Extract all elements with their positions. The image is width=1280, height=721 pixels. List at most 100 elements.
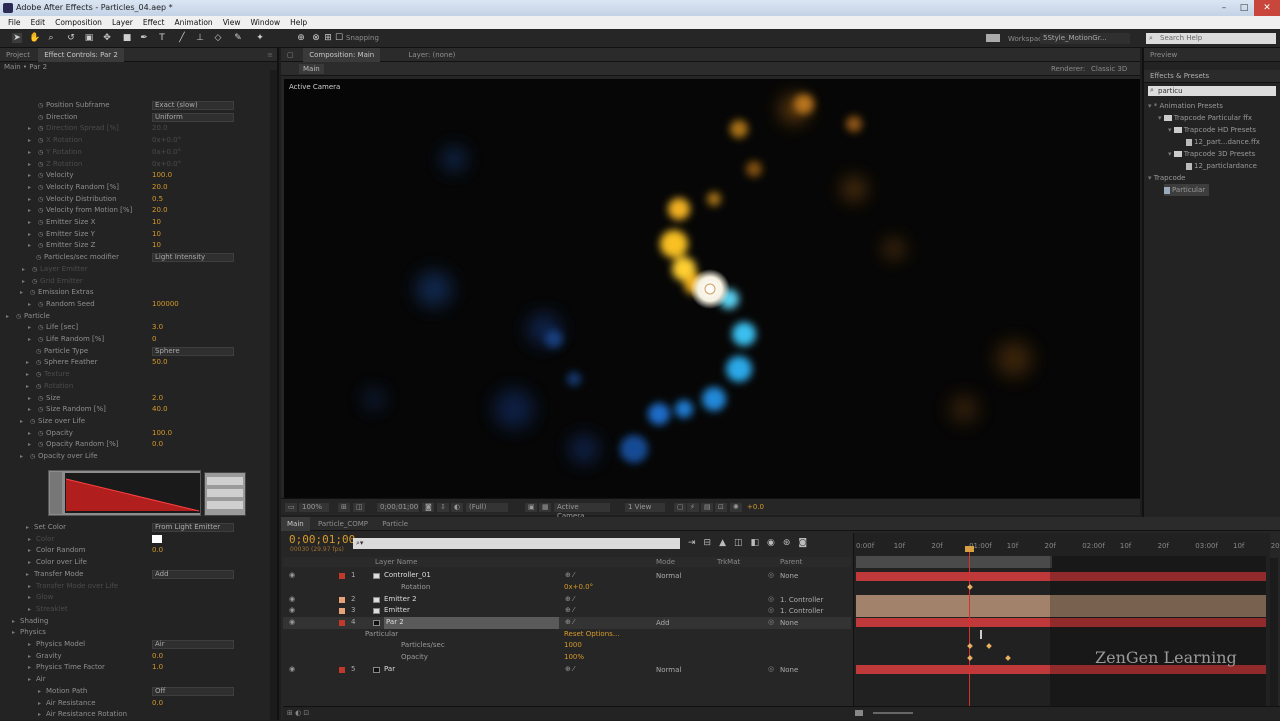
effect-row-velocity-distribution[interactable]: ▸ Velocity Distribution ◷ 0.5 — [0, 194, 270, 206]
effect-row-position-subframe[interactable]: Position Subframe ◷ Exact (slow) — [0, 100, 270, 112]
effect-row-size-random-[interactable]: ▸ Size Random [%] ◷ 40.0 — [0, 404, 270, 416]
expand-triangle-icon[interactable]: ▸ — [28, 534, 31, 546]
expand-triangle-icon[interactable]: ▸ — [28, 123, 31, 135]
layer-label-color[interactable] — [339, 597, 345, 603]
current-time-display[interactable]: 0;00;01;00 — [377, 503, 419, 512]
menu-window[interactable]: Window — [246, 16, 286, 29]
effect-row-opacity[interactable]: ▸ Opacity ◷ 100.0 — [0, 428, 270, 440]
renderer-value[interactable]: Classic 3D — [1091, 65, 1127, 73]
tree-particular-effect[interactable]: Particular — [1164, 184, 1210, 196]
menu-composition[interactable]: Composition — [50, 16, 107, 29]
view-axis-icon[interactable]: ⊞ — [323, 33, 333, 43]
stopwatch-icon[interactable]: ◷ — [30, 451, 35, 463]
expand-triangle-icon[interactable]: ▸ — [28, 240, 31, 252]
preset-button-1[interactable] — [207, 477, 243, 485]
layer-parent-dropdown[interactable]: None — [780, 618, 832, 627]
brush-tool-icon[interactable]: ╱ — [177, 33, 187, 43]
layer-mode-dropdown[interactable]: Normal — [656, 571, 694, 580]
effect-prop-dropdown[interactable]: Off — [152, 686, 234, 696]
exposure-value[interactable]: +0.0 — [747, 503, 764, 511]
expand-triangle-icon[interactable]: ▸ — [22, 264, 25, 276]
effect-prop-value[interactable]: 40.0 — [152, 404, 168, 416]
layer-property-row[interactable]: Rotation 0x+0.0° — [283, 582, 851, 594]
stopwatch-icon[interactable]: ◷ — [38, 334, 43, 346]
effect-row-color-random[interactable]: ▸ Color Random 0.0 — [0, 545, 270, 557]
parent-pickwhip-icon[interactable]: ◎ — [768, 605, 774, 617]
always-preview-icon[interactable]: ▭ — [285, 503, 297, 512]
effect-row-direction[interactable]: Direction ◷ Uniform — [0, 112, 270, 124]
hand-tool-icon[interactable]: ✋ — [29, 33, 40, 43]
workspace-dropdown[interactable]: 5Style_MotionGr... — [1040, 33, 1130, 44]
effect-prop-dropdown[interactable]: Uniform — [152, 112, 234, 122]
expand-triangle-icon[interactable]: ▸ — [28, 545, 31, 557]
effect-prop-value[interactable]: 10 — [152, 217, 161, 229]
stopwatch-icon[interactable]: ◷ — [30, 287, 35, 299]
effect-row-color-over-life[interactable]: ▸ Color over Life — [0, 557, 270, 569]
expand-triangle-icon[interactable]: ▸ — [20, 287, 23, 299]
effect-row-emitter-size-z[interactable]: ▸ Emitter Size Z ◷ 10 — [0, 240, 270, 252]
selection-tool-icon[interactable]: ➤ — [12, 33, 22, 43]
col-parent[interactable]: Parent — [780, 557, 802, 567]
visibility-eye-icon[interactable]: ◉ — [289, 570, 295, 582]
maximize-button[interactable]: □ — [1234, 0, 1254, 16]
rotate-tool-icon[interactable]: ↺ — [66, 33, 76, 43]
stopwatch-icon[interactable]: ◷ — [38, 100, 43, 112]
stopwatch-icon[interactable]: ◷ — [38, 147, 43, 159]
tab-effects-presets[interactable]: Effects & Presets — [1144, 70, 1280, 83]
expand-triangle-icon[interactable]: ▸ — [38, 709, 41, 721]
show-snapshot-icon[interactable]: ⇩ — [437, 503, 449, 512]
flowchart-icon[interactable]: ⊡ — [715, 503, 727, 512]
clone-tool-icon[interactable]: ⊥ — [195, 33, 205, 43]
stopwatch-icon[interactable]: ◷ — [38, 299, 43, 311]
expand-triangle-icon[interactable]: ▸ — [26, 357, 29, 369]
expand-triangle-icon[interactable]: ▸ — [12, 616, 15, 628]
effect-marker[interactable] — [980, 630, 982, 639]
property-name[interactable]: Particles/sec — [401, 640, 445, 652]
effect-row-life-sec-[interactable]: ▸ Life [sec] ◷ 3.0 — [0, 322, 270, 334]
effect-row-x-rotation[interactable]: ▸ X Rotation ◷ 0x+0.0° — [0, 135, 270, 147]
expand-triangle-icon[interactable]: ▸ — [28, 639, 31, 651]
effect-row-sphere-feather[interactable]: ▸ Sphere Feather ◷ 50.0 — [0, 357, 270, 369]
expand-triangle-icon[interactable]: ▸ — [28, 604, 31, 616]
layer-switches[interactable]: ⊕ ⁄ — [565, 594, 574, 606]
effect-controls-scrollbar[interactable] — [270, 70, 277, 720]
timeline-icon[interactable]: ▤ — [701, 503, 713, 512]
expand-triangle-icon[interactable]: ▸ — [28, 159, 31, 171]
layer-row[interactable]: ◉ 4 Par 2 ⊕ ⁄ Add None ◎ — [283, 617, 851, 629]
effect-prop-dropdown[interactable]: Exact (slow) — [152, 101, 234, 110]
tree-preset-file-1[interactable]: 12_part...dance.ffx — [1186, 136, 1260, 148]
stopwatch-icon[interactable]: ◷ — [38, 205, 43, 217]
layer-switches[interactable]: ⊕ ⁄ — [565, 605, 574, 617]
eraser-tool-icon[interactable]: ◇ — [213, 33, 223, 43]
stopwatch-icon[interactable]: ◷ — [16, 311, 21, 323]
reset-exposure-icon[interactable]: ✺ — [730, 503, 742, 512]
timeline-current-time[interactable]: 0;00;01;00 — [289, 533, 355, 546]
tree-trapcode[interactable]: ▾ Trapcode — [1148, 172, 1186, 184]
effect-row-opacity-random-[interactable]: ▸ Opacity Random [%] ◷ 0.0 — [0, 439, 270, 451]
effect-prop-dropdown[interactable]: Sphere — [152, 346, 234, 356]
layer-row[interactable]: ◉ 1 Controller_01 ⊕ ⁄ Normal None ◎ — [283, 570, 851, 582]
graph-axis-control[interactable] — [50, 472, 62, 514]
tab-timeline-main[interactable]: Main — [281, 517, 310, 531]
expand-triangle-icon[interactable]: ▸ — [28, 651, 31, 663]
expand-triangle-icon[interactable]: ▸ — [26, 381, 29, 393]
effect-prop-value[interactable]: 0.0 — [152, 698, 163, 710]
visibility-eye-icon[interactable]: ◉ — [289, 617, 295, 629]
effect-prop-value[interactable]: 3.0 — [152, 322, 163, 334]
safe-zones-icon[interactable]: ⊞ — [338, 503, 350, 512]
current-time-indicator[interactable] — [969, 548, 970, 720]
effect-prop-value[interactable]: 0x+0.0° — [152, 147, 181, 159]
property-name[interactable]: Opacity — [401, 652, 428, 664]
channel-icon[interactable]: ◐ — [451, 503, 463, 512]
tab-layer[interactable]: Layer: (none) — [402, 48, 461, 62]
expand-triangle-icon[interactable]: ▸ — [28, 229, 31, 241]
stopwatch-icon[interactable]: ◷ — [38, 159, 43, 171]
effect-prop-value[interactable]: 2.0 — [152, 393, 163, 405]
layer-name[interactable]: Par — [384, 664, 395, 676]
effect-row-size[interactable]: ▸ Size ◷ 2.0 — [0, 393, 270, 405]
stopwatch-icon[interactable]: ◷ — [36, 357, 41, 369]
effect-row-streaklet[interactable]: ▸ Streaklet — [0, 604, 270, 616]
effect-row-transfer-mode-over-life[interactable]: ▸ Transfer Mode over Life — [0, 581, 270, 593]
effect-row-glow[interactable]: ▸ Glow — [0, 592, 270, 604]
menu-view[interactable]: View — [218, 16, 246, 29]
